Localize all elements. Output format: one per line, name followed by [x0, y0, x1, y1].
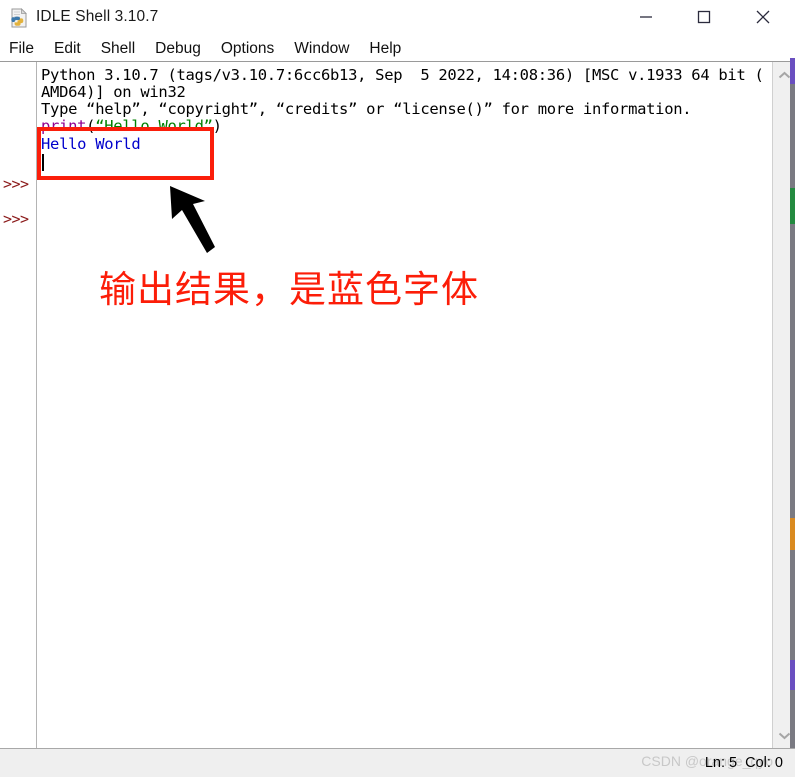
- menu-item-file[interactable]: File: [9, 40, 34, 58]
- status-bar: CSDN @orange_qyo Ln: 5 Col: 0: [0, 748, 795, 777]
- menu-bar: File Edit Shell Debug Options Window Hel…: [0, 36, 795, 61]
- idle-shell-window: IDLE Shell 3.10.7 File Edit Shell Debug …: [0, 0, 795, 777]
- banner-line: AMD64)] on win32: [41, 83, 186, 101]
- menu-item-debug[interactable]: Debug: [155, 40, 201, 58]
- maximize-icon[interactable]: [681, 0, 727, 34]
- menu-item-options[interactable]: Options: [221, 40, 274, 58]
- edge-mark-gray-4: [790, 690, 795, 748]
- prompt-gutter: >>> >>>: [0, 62, 37, 748]
- menu-item-window[interactable]: Window: [294, 40, 349, 58]
- text-caret: [42, 154, 44, 171]
- close-icon[interactable]: [740, 0, 786, 34]
- edge-mark-gray-1: [790, 84, 795, 188]
- edge-mark-purple: [790, 58, 795, 84]
- edge-mark-gray-2: [790, 224, 795, 518]
- edge-mark-orange: [790, 518, 795, 550]
- python-file-icon: [9, 8, 29, 28]
- prompt-marker: >>>: [3, 175, 29, 193]
- title-bar: IDLE Shell 3.10.7: [0, 0, 795, 36]
- minimize-icon[interactable]: [623, 0, 669, 34]
- menu-item-shell[interactable]: Shell: [101, 40, 135, 58]
- command-output: Hello World: [41, 135, 141, 153]
- command-open-paren: (: [86, 117, 96, 135]
- command-string-token: “Hello World”: [95, 117, 213, 135]
- edge-mark-gray-3: [790, 550, 795, 660]
- menu-item-help[interactable]: Help: [369, 40, 401, 58]
- edge-mark-purple-2: [790, 660, 795, 690]
- banner-line: Python 3.10.7 (tags/v3.10.7:6cc6b13, Sep…: [41, 66, 764, 84]
- command-function-token: print: [41, 117, 87, 135]
- command-line: print(“Hello World”): [41, 118, 222, 135]
- console-text[interactable]: Python 3.10.7 (tags/v3.10.7:6cc6b13, Sep…: [38, 62, 771, 748]
- cursor-position-label: Ln: 5 Col: 0: [704, 755, 783, 771]
- background-window-edge: [790, 0, 795, 777]
- banner-line: Type “help”, “copyright”, “credits” or “…: [41, 100, 692, 118]
- shell-output-area[interactable]: >>> >>> Python 3.10.7 (tags/v3.10.7:6cc6…: [0, 61, 795, 748]
- menu-item-edit[interactable]: Edit: [54, 40, 81, 58]
- edge-mark-green: [790, 188, 795, 224]
- prompt-marker: >>>: [3, 210, 29, 228]
- window-title: IDLE Shell 3.10.7: [36, 8, 159, 25]
- command-close-paren: ): [212, 117, 222, 135]
